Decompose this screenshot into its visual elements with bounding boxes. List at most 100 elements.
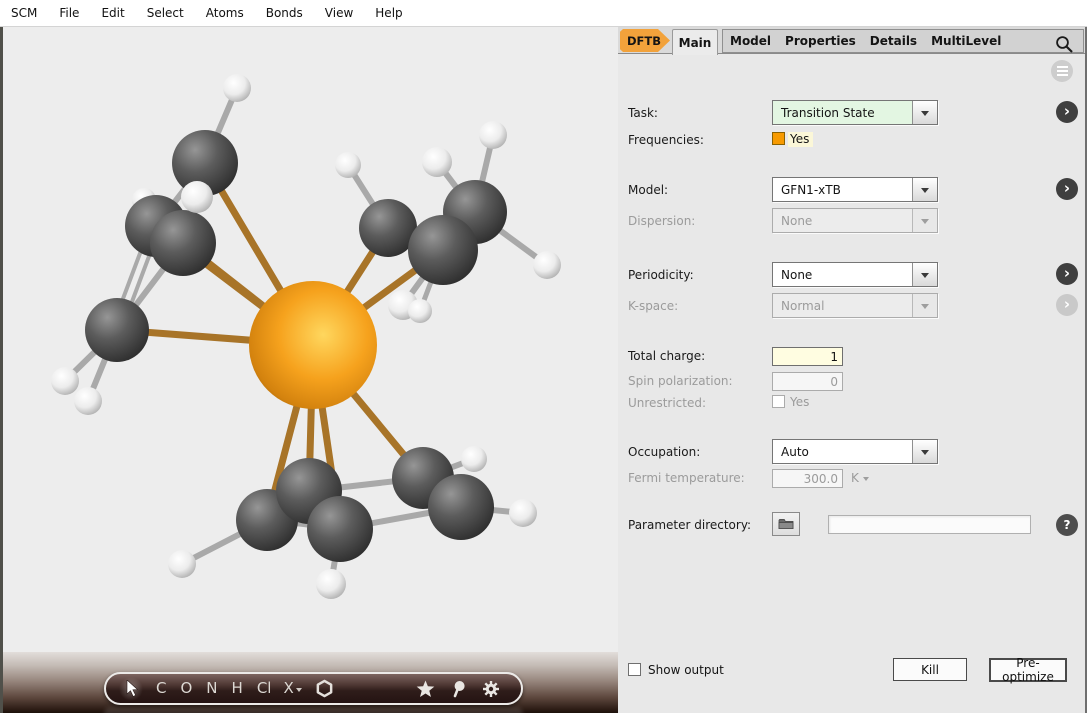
unrestricted-label: Unrestricted: — [628, 396, 706, 410]
menu-bonds[interactable]: Bonds — [255, 1, 314, 25]
model-dropdown-arrow-icon[interactable] — [912, 178, 937, 201]
periodicity-detail-chevron-button[interactable]: › — [1056, 263, 1078, 285]
atom-hydrogen[interactable] — [533, 251, 561, 279]
pin-tool-icon[interactable] — [451, 680, 466, 698]
kspace-dropdown: Normal — [772, 293, 938, 318]
atom-carbon[interactable] — [408, 215, 478, 285]
atom-hydrogen[interactable] — [461, 446, 487, 472]
atom-carbon[interactable] — [307, 496, 373, 562]
periodicity-dropdown-arrow-icon[interactable] — [912, 263, 937, 286]
unrestricted-checkbox — [772, 395, 785, 408]
settings-gear-icon[interactable] — [482, 680, 500, 698]
toolbar-reflection — [104, 707, 523, 713]
element-c-button[interactable]: C — [156, 681, 166, 696]
search-icon[interactable] — [1055, 35, 1073, 53]
show-output-label: Show output — [648, 663, 724, 677]
dispersion-dropdown: None — [772, 208, 938, 233]
kspace-dropdown-arrow-icon — [912, 294, 937, 317]
kill-button[interactable]: Kill — [893, 658, 967, 681]
atom-carbon[interactable] — [150, 210, 216, 276]
occupation-dropdown[interactable]: Auto — [772, 439, 938, 464]
dispersion-label: Dispersion: — [628, 214, 695, 228]
occupation-value: Auto — [773, 440, 912, 463]
element-cl-button[interactable]: Cl — [257, 681, 272, 696]
product-tab-label: DFTB — [627, 34, 661, 48]
spin-polarization-input — [772, 372, 843, 391]
menu-view[interactable]: View — [314, 1, 364, 25]
menu-select[interactable]: Select — [136, 1, 195, 25]
task-dropdown-arrow-icon[interactable] — [912, 101, 937, 124]
atom-hydrogen[interactable] — [408, 299, 432, 323]
kspace-value: Normal — [773, 294, 912, 317]
element-x-label: X — [283, 681, 293, 696]
element-x-picker[interactable]: X — [283, 681, 301, 696]
occupation-label: Occupation: — [628, 445, 700, 459]
periodicity-dropdown[interactable]: None — [772, 262, 938, 287]
task-detail-chevron-button[interactable]: › — [1056, 101, 1078, 123]
spin-polarization-label: Spin polarization: — [628, 374, 733, 388]
atom-hydrogen[interactable] — [509, 499, 537, 527]
element-toolbar: C O N H Cl X — [104, 672, 523, 705]
model-label: Model: — [628, 183, 668, 197]
browse-folder-button[interactable] — [772, 512, 800, 536]
panel-tab-bar: DFTB Main Model Properties Details Multi… — [618, 27, 1087, 54]
atom-hydrogen[interactable] — [51, 367, 79, 395]
task-value: Transition State — [773, 101, 912, 124]
product-tab-dftb[interactable]: DFTB — [620, 29, 670, 52]
total-charge-input[interactable] — [772, 347, 843, 366]
molecule-viewport[interactable]: C O N H Cl X — [0, 27, 618, 713]
parameter-directory-label: Parameter directory: — [628, 518, 751, 532]
tab-details[interactable]: Details — [870, 34, 917, 48]
menu-help[interactable]: Help — [364, 1, 413, 25]
menu-bar: SCM File Edit Select Atoms Bonds View He… — [0, 0, 1087, 27]
periodicity-label: Periodicity: — [628, 268, 694, 282]
atom-hydrogen[interactable] — [168, 550, 196, 578]
window-left-edge — [0, 27, 3, 713]
model-dropdown[interactable]: GFN1-xTB — [772, 177, 938, 202]
periodicity-value: None — [773, 263, 912, 286]
fermi-temperature-label: Fermi temperature: — [628, 471, 745, 485]
parameter-directory-input[interactable] — [828, 515, 1031, 534]
task-dropdown[interactable]: Transition State — [772, 100, 938, 125]
dispersion-dropdown-arrow-icon — [912, 209, 937, 232]
atom-hydrogen[interactable] — [479, 121, 507, 149]
preoptimize-button[interactable]: Pre-optimize — [989, 658, 1067, 682]
tab-model[interactable]: Model — [730, 34, 771, 48]
menu-edit[interactable]: Edit — [90, 1, 135, 25]
element-n-button[interactable]: N — [206, 681, 217, 696]
parameter-directory-help-button[interactable]: ? — [1056, 514, 1078, 536]
atom-hydrogen[interactable] — [335, 152, 361, 178]
total-charge-label: Total charge: — [628, 349, 705, 363]
input-panel: DFTB Main Model Properties Details Multi… — [618, 27, 1087, 713]
tab-multilevel[interactable]: MultiLevel — [931, 34, 1001, 48]
menu-atoms[interactable]: Atoms — [195, 1, 255, 25]
atom-hydrogen[interactable] — [422, 147, 452, 177]
select-cursor-tool-icon[interactable] — [119, 677, 143, 701]
ring-structure-tool-icon[interactable] — [315, 679, 334, 698]
atom-carbon[interactable] — [428, 474, 494, 540]
atom-carbon[interactable] — [85, 298, 149, 362]
atom-hydrogen[interactable] — [223, 74, 251, 102]
tab-properties[interactable]: Properties — [785, 34, 856, 48]
frequencies-checkbox[interactable] — [772, 132, 785, 145]
element-h-button[interactable]: H — [232, 681, 243, 696]
tab-main-active[interactable]: Main — [672, 29, 718, 55]
element-o-button[interactable]: O — [180, 681, 192, 696]
panel-menu-icon[interactable] — [1051, 60, 1073, 82]
kspace-label: K-space: — [628, 299, 678, 313]
unrestricted-yes-label: Yes — [790, 395, 809, 409]
tab-main-label: Main — [679, 36, 712, 50]
atom-hydrogen[interactable] — [74, 387, 102, 415]
element-picker-caret-icon — [296, 688, 302, 695]
atom-hydrogen[interactable] — [181, 181, 213, 213]
structures-star-icon[interactable] — [416, 680, 435, 698]
atom-hydrogen[interactable] — [316, 569, 346, 599]
occupation-dropdown-arrow-icon[interactable] — [912, 440, 937, 463]
menu-file[interactable]: File — [48, 1, 90, 25]
model-detail-chevron-button[interactable]: › — [1056, 178, 1078, 200]
menu-scm[interactable]: SCM — [0, 1, 48, 25]
atom-metal[interactable] — [249, 281, 377, 409]
frequencies-yes-label: Yes — [788, 132, 813, 147]
show-output-checkbox[interactable] — [628, 663, 641, 676]
molecule-canvas[interactable] — [0, 27, 618, 713]
